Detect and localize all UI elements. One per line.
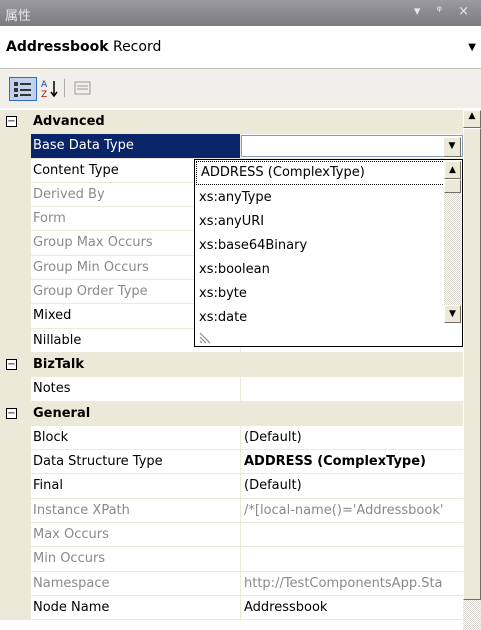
property-row-data-structure-type[interactable]: Data Structure Type ADDRESS (ComplexType… bbox=[0, 450, 463, 475]
dropdown-option[interactable]: ADDRESS (ComplexType) bbox=[196, 161, 461, 185]
category-label: BizTalk bbox=[33, 356, 84, 372]
property-name: Node Name bbox=[31, 596, 240, 621]
category-advanced[interactable]: − Advanced bbox=[0, 110, 463, 135]
svg-text:A: A bbox=[41, 80, 48, 90]
grid-scrollbar[interactable]: ▲ bbox=[463, 110, 481, 630]
property-name: Block bbox=[31, 426, 240, 451]
property-value[interactable]: /*[local-name()='Addressbook' bbox=[240, 498, 463, 524]
dropdown-option[interactable]: xs:anyType bbox=[195, 186, 462, 210]
property-value[interactable]: http://TestComponentsApp.Sta bbox=[240, 571, 463, 596]
dropdown-option[interactable]: xs:date bbox=[195, 306, 462, 330]
scrollbar-thumb[interactable] bbox=[463, 128, 481, 600]
property-toolbar: A Z bbox=[0, 69, 481, 108]
property-value[interactable]: ADDRESS (ComplexType) bbox=[240, 450, 463, 475]
property-row-block[interactable]: Block (Default) bbox=[0, 425, 463, 451]
property-row-notes[interactable]: Notes bbox=[0, 377, 463, 402]
property-row-max-occurs[interactable]: Max Occurs bbox=[0, 523, 463, 548]
panel-title: 属性 bbox=[5, 9, 32, 24]
property-name: Final bbox=[31, 474, 240, 499]
property-row-min-occurs[interactable]: Min Occurs bbox=[0, 547, 463, 572]
property-name: Data Structure Type bbox=[31, 450, 240, 475]
base-data-type-dropdown[interactable]: ADDRESS (ComplexType) xs:anyType xs:anyU… bbox=[194, 159, 463, 347]
property-row-final[interactable]: Final (Default) bbox=[0, 474, 463, 499]
object-selector-label: Addressbook Record bbox=[6, 39, 162, 55]
property-row-instance-xpath[interactable]: Instance XPath /*[local-name()='Addressb… bbox=[0, 498, 463, 524]
property-name: Namespace bbox=[31, 572, 240, 596]
dropdown-option[interactable]: xs:anyURI bbox=[195, 210, 462, 234]
property-pages-icon[interactable] bbox=[70, 77, 96, 99]
dropdown-scrollbar[interactable]: ▲ ▼ bbox=[444, 161, 461, 323]
svg-text:Z: Z bbox=[41, 90, 47, 99]
scroll-up-icon[interactable]: ▲ bbox=[463, 110, 481, 128]
panel-titlebar: 属性 ▾ ᵠ × bbox=[0, 0, 481, 26]
property-row-namespace[interactable]: Namespace http://TestComponentsApp.Sta bbox=[0, 571, 463, 596]
sort-az-icon[interactable]: A Z bbox=[37, 77, 63, 100]
categorized-icon[interactable] bbox=[9, 77, 37, 101]
toolbar-separator bbox=[64, 79, 65, 97]
base-data-type-combo[interactable]: ▼ bbox=[241, 135, 463, 157]
property-name: Base Data Type bbox=[31, 134, 240, 159]
property-name: Max Occurs bbox=[31, 523, 240, 548]
resize-grip-icon[interactable] bbox=[199, 330, 213, 344]
chevron-down-icon[interactable]: ▼ bbox=[443, 137, 461, 157]
scroll-down-icon[interactable]: ▼ bbox=[444, 305, 461, 323]
property-name: Instance XPath bbox=[31, 499, 240, 524]
collapse-icon[interactable]: − bbox=[6, 407, 17, 419]
dropdown-option[interactable]: xs:boolean bbox=[195, 258, 462, 282]
object-selector[interactable]: Addressbook Record ▼ bbox=[0, 26, 481, 69]
scrollbar-thumb[interactable] bbox=[444, 179, 461, 193]
collapse-icon[interactable]: − bbox=[6, 358, 17, 370]
property-value[interactable]: Addressbook bbox=[240, 595, 463, 621]
property-value[interactable] bbox=[240, 377, 463, 402]
category-label: Advanced bbox=[33, 114, 105, 129]
property-value[interactable] bbox=[240, 523, 463, 548]
panel-window-buttons[interactable]: ▾ ᵠ × bbox=[414, 4, 475, 19]
property-name: Min Occurs bbox=[31, 547, 240, 572]
dropdown-option[interactable]: xs:base64Binary bbox=[195, 234, 462, 258]
category-general[interactable]: − General bbox=[0, 401, 463, 426]
property-row-node-name[interactable]: Node Name Addressbook bbox=[0, 595, 463, 621]
property-value[interactable]: (Default) bbox=[240, 425, 463, 451]
dropdown-option[interactable]: xs:byte bbox=[195, 282, 462, 306]
scroll-up-icon[interactable]: ▲ bbox=[444, 161, 461, 179]
chevron-down-icon[interactable]: ▼ bbox=[468, 42, 476, 53]
property-value[interactable] bbox=[240, 547, 463, 572]
category-biztalk[interactable]: − BizTalk bbox=[0, 352, 463, 378]
category-label: General bbox=[33, 405, 91, 421]
collapse-icon[interactable]: − bbox=[6, 116, 17, 127]
property-name: Notes bbox=[31, 377, 240, 402]
property-value[interactable]: (Default) bbox=[240, 474, 463, 499]
